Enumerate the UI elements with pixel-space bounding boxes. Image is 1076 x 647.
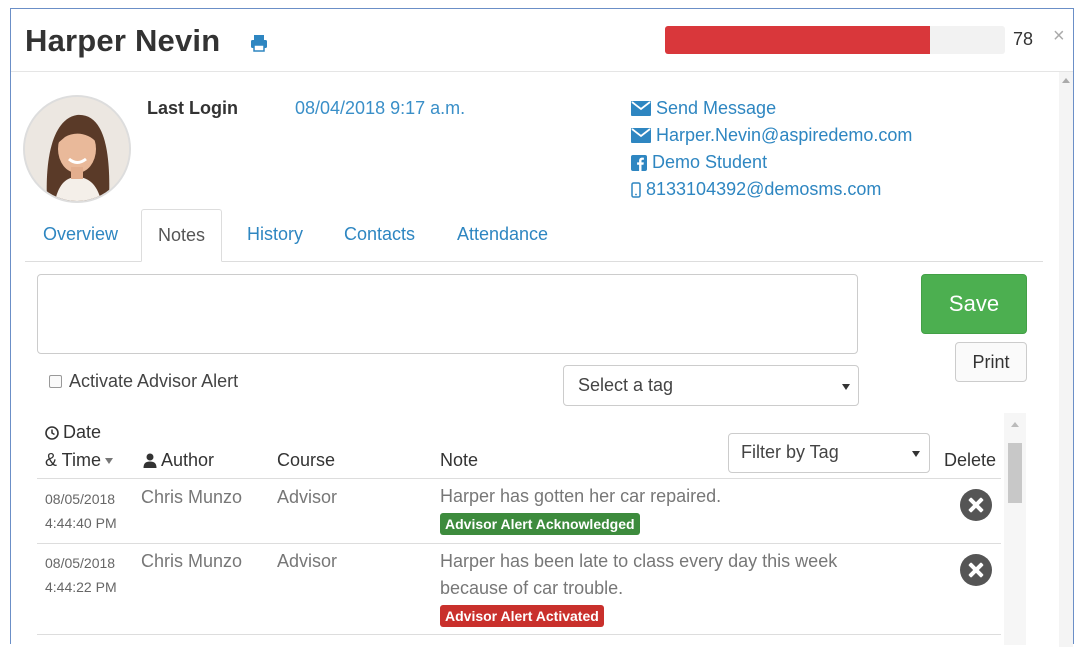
- delete-note-button[interactable]: [960, 489, 992, 521]
- tag-select[interactable]: Select a tag: [563, 365, 859, 406]
- header-delete: Delete: [944, 450, 997, 470]
- tab-overview[interactable]: Overview: [27, 209, 134, 260]
- chevron-down-icon: [912, 451, 920, 457]
- contact-text: Harper.Nevin@aspiredemo.com: [656, 125, 913, 145]
- tag-select-value: Select a tag: [578, 375, 674, 395]
- mobile-icon: [631, 181, 641, 198]
- header-date[interactable]: Date: [45, 422, 101, 443]
- advisor-alert-label: Activate Advisor Alert: [69, 371, 239, 391]
- row1-author: Chris Munzo: [141, 487, 243, 507]
- email-link[interactable]: Harper.Nevin@aspiredemo.com: [631, 125, 912, 146]
- row1-note-text: Harper has gotten her car repaired.: [440, 486, 722, 506]
- tab-bar: Overview Notes History Contacts Attendan…: [25, 209, 1043, 262]
- alert-acknowledged-badge: Advisor Alert Acknowledged: [440, 513, 640, 535]
- row1-date: 08/05/2018 4:44:40 PM: [45, 487, 117, 535]
- row2-time-value: 4:44:22 PM: [45, 579, 117, 595]
- header-author-label: Author: [161, 450, 215, 470]
- row1-note: Harper has gotten her car repaired. Advi…: [440, 483, 870, 537]
- chevron-down-icon: [842, 384, 850, 390]
- contact-text: Demo Student: [652, 152, 768, 172]
- row-divider: [37, 543, 1001, 544]
- notes-scrollbar[interactable]: [1004, 413, 1026, 645]
- avatar-photo: [25, 97, 129, 201]
- tab-attendance[interactable]: Attendance: [441, 209, 564, 260]
- row-divider: [37, 634, 1001, 635]
- row2-note: Harper has been late to class every day …: [440, 548, 870, 629]
- tab-contacts[interactable]: Contacts: [328, 209, 431, 260]
- row1-course: Advisor: [277, 487, 338, 507]
- facebook-link[interactable]: Demo Student: [631, 152, 767, 173]
- scrollbar-thumb[interactable]: [1008, 443, 1022, 503]
- row2-date-value: 08/05/2018: [45, 555, 116, 571]
- last-login-label: Last Login: [147, 98, 238, 118]
- tab-notes[interactable]: Notes: [141, 209, 223, 262]
- row1-time-value: 4:44:40 PM: [45, 515, 117, 531]
- header-time[interactable]: & Time: [45, 450, 114, 471]
- student-dialog: Harper Nevin 78 × Last Login 08/04/2018 …: [10, 8, 1074, 647]
- avatar: [23, 95, 131, 203]
- row2-author: Chris Munzo: [141, 551, 243, 571]
- delete-note-button[interactable]: [960, 554, 992, 586]
- progress-fill: [665, 26, 931, 54]
- note-textarea[interactable]: [37, 274, 858, 354]
- dialog-scrollbar[interactable]: [1059, 72, 1073, 647]
- scroll-up-arrow-icon[interactable]: [1062, 78, 1070, 83]
- send-message-link[interactable]: Send Message: [631, 98, 776, 119]
- scroll-up-arrow-icon[interactable]: [1011, 422, 1019, 427]
- user-icon: [143, 453, 157, 468]
- clock-icon: [45, 425, 59, 440]
- last-login-value: 08/04/2018 9:17 a.m.: [295, 98, 466, 118]
- print-icon[interactable]: [249, 33, 269, 53]
- row2-date: 08/05/2018 4:44:22 PM: [45, 551, 117, 599]
- envelope-icon: [631, 101, 651, 116]
- row2-course: Advisor: [277, 551, 338, 571]
- header-time-label: & Time: [45, 450, 102, 470]
- header-date-label: Date: [63, 422, 102, 442]
- header-author[interactable]: Author: [143, 450, 214, 471]
- save-button[interactable]: Save: [921, 274, 1027, 334]
- tab-history[interactable]: History: [231, 209, 319, 260]
- print-button[interactable]: Print: [955, 342, 1027, 382]
- student-name: Harper Nevin: [25, 23, 221, 58]
- progress-bar: [665, 26, 1005, 54]
- dialog-header: Harper Nevin 78 ×: [11, 9, 1073, 72]
- header-note[interactable]: Note: [440, 450, 478, 471]
- contact-text: Send Message: [656, 98, 777, 118]
- close-icon[interactable]: ×: [1053, 25, 1065, 48]
- facebook-icon: [631, 154, 647, 171]
- envelope-icon: [631, 128, 651, 143]
- header-course[interactable]: Course: [277, 450, 335, 471]
- alert-activated-badge: Advisor Alert Activated: [440, 605, 604, 627]
- sort-caret-icon: [105, 457, 114, 464]
- table-header-divider: [37, 478, 1001, 479]
- advisor-alert-checkbox[interactable]: [49, 375, 62, 388]
- sms-link[interactable]: 8133104392@demosms.com: [631, 179, 881, 200]
- filter-by-tag-select[interactable]: Filter by Tag: [728, 433, 930, 473]
- row1-date-value: 08/05/2018: [45, 491, 116, 507]
- filter-select-value: Filter by Tag: [741, 442, 839, 462]
- row2-note-text: Harper has been late to class every day …: [440, 551, 838, 598]
- contact-text: 8133104392@demosms.com: [646, 179, 882, 199]
- progress-value: 78: [1013, 29, 1034, 49]
